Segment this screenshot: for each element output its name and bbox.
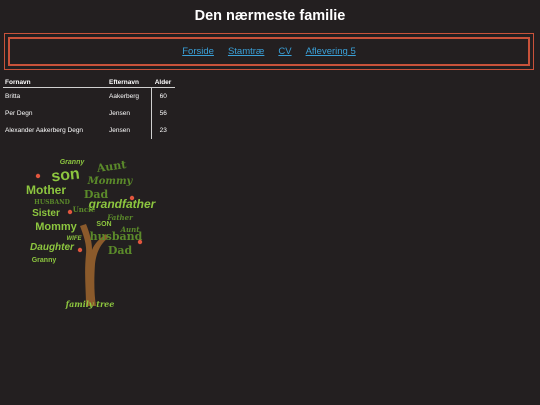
leaf-word: HUSBAND	[34, 199, 70, 206]
leaf-word: Uncle	[73, 205, 96, 214]
page: Den nærmeste familie Forside Stamtræ CV …	[0, 0, 540, 405]
page-title: Den nærmeste familie	[194, 8, 346, 24]
leaf-word: Mommy	[87, 176, 134, 187]
nav-link-cv[interactable]: CV	[278, 46, 291, 57]
cell-last-name: Jensen	[109, 110, 130, 117]
cell-first-name: Britta	[5, 93, 21, 100]
cell-age: 56	[150, 105, 175, 122]
leaf-word: Sister	[32, 208, 60, 219]
heart-icon	[137, 239, 143, 245]
tree-caption: family tree	[65, 299, 115, 309]
leaf-word: WIFE	[67, 236, 83, 242]
family-tree-image: Granny Aunt son Mommy Mother Dad grandfather HU…	[20, 154, 160, 314]
nav-links: Forside Stamtræ CV Aflevering 5	[8, 37, 530, 66]
leaf-word: Mommy	[35, 221, 77, 233]
leaf-word: grandfather	[88, 197, 157, 211]
column-header-fornavn: Fornavn	[3, 77, 107, 88]
table-row: Britta Aakerberg 60	[3, 87, 175, 105]
leaf-word: Aunt	[95, 158, 128, 175]
leaf-word: Daughter	[30, 242, 75, 253]
leaf-word: Aunt	[120, 225, 141, 234]
nav-bar: Forside Stamtræ CV Aflevering 5	[4, 33, 534, 70]
leaf-word: Mother	[26, 183, 66, 197]
cell-last-name: Aakerberg	[109, 93, 139, 100]
heart-icon	[129, 195, 135, 201]
leaf-word: Dad	[108, 244, 133, 257]
nav-link-forside[interactable]: Forside	[182, 46, 214, 57]
leaf-word: Granny	[32, 257, 57, 264]
family-tree-word-cloud-icon: Granny Auntson MommyMother DadgrandfatherHU…	[26, 158, 157, 309]
cell-age: 23	[150, 122, 175, 139]
nav-link-stamtrae[interactable]: Stamtræ	[228, 46, 264, 57]
heart-icon	[35, 173, 41, 179]
nav-link-aflevering-5[interactable]: Aflevering 5	[306, 46, 356, 57]
column-header-efternavn: Efternavn	[107, 77, 151, 88]
column-header-alder: Alder	[151, 77, 175, 88]
table-row: Per Degn Jensen 56	[3, 105, 175, 122]
cell-first-name: Alexander Aakerberg Degn	[5, 127, 84, 134]
heart-icon	[77, 247, 83, 253]
cell-last-name: Jensen	[109, 127, 130, 134]
table-row: Alexander Aakerberg Degn Jensen 23	[3, 122, 175, 139]
leaf-word: Granny	[60, 159, 86, 166]
leaf-word: SON	[96, 221, 111, 228]
cell-first-name: Per Degn	[5, 110, 33, 117]
family-table: Fornavn Efternavn Alder Britta Aakerberg…	[3, 77, 175, 139]
heart-icon	[67, 209, 73, 215]
cell-age: 60	[150, 87, 175, 105]
table-header-row: Fornavn Efternavn Alder	[3, 77, 175, 88]
